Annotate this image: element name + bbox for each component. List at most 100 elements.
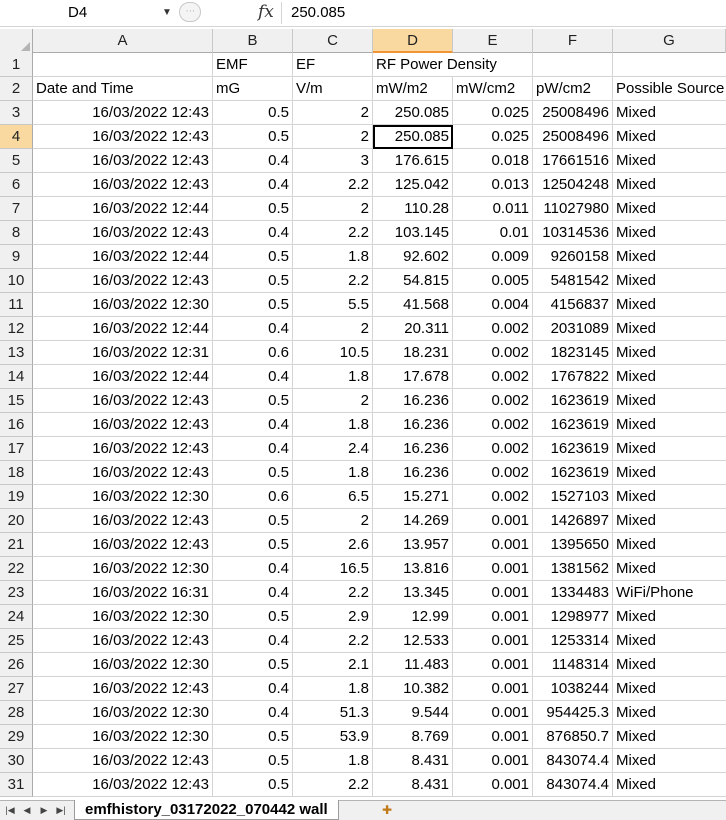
- cell-e10[interactable]: 0.005: [453, 269, 533, 293]
- cell-c9[interactable]: 1.8: [293, 245, 373, 269]
- cell-b8[interactable]: 0.4: [213, 221, 293, 245]
- cell-a30[interactable]: 16/03/2022 12:43: [33, 749, 213, 773]
- cell-a6[interactable]: 16/03/2022 12:43: [33, 173, 213, 197]
- cell-b4[interactable]: 0.5: [213, 125, 293, 149]
- cell-e13[interactable]: 0.002: [453, 341, 533, 365]
- cell-g30[interactable]: Mixed: [613, 749, 726, 773]
- cell-b14[interactable]: 0.4: [213, 365, 293, 389]
- cell-d5[interactable]: 176.615: [373, 149, 453, 173]
- cell-a15[interactable]: 16/03/2022 12:43: [33, 389, 213, 413]
- cell-e9[interactable]: 0.009: [453, 245, 533, 269]
- cell-a2[interactable]: Date and Time: [33, 77, 213, 101]
- cell-e17[interactable]: 0.002: [453, 437, 533, 461]
- cell-e16[interactable]: 0.002: [453, 413, 533, 437]
- cell-g31[interactable]: Mixed: [613, 773, 726, 797]
- cell-b3[interactable]: 0.5: [213, 101, 293, 125]
- cell-b27[interactable]: 0.4: [213, 677, 293, 701]
- cell-d24[interactable]: 12.99: [373, 605, 453, 629]
- cell-f15[interactable]: 1623619: [533, 389, 613, 413]
- name-box[interactable]: D4 ▼: [0, 1, 176, 24]
- row-header[interactable]: 31: [0, 773, 33, 797]
- cell-f20[interactable]: 1426897: [533, 509, 613, 533]
- cell-f3[interactable]: 25008496: [533, 101, 613, 125]
- cell-d6[interactable]: 125.042: [373, 173, 453, 197]
- sheet-tab[interactable]: emfhistory_03172022_070442 wall: [74, 800, 339, 820]
- cell-d10[interactable]: 54.815: [373, 269, 453, 293]
- cell-c24[interactable]: 2.9: [293, 605, 373, 629]
- prev-sheet-icon[interactable]: ◀: [20, 802, 34, 818]
- cell-d1[interactable]: RF Power Density: [373, 53, 497, 77]
- cell-f22[interactable]: 1381562: [533, 557, 613, 581]
- cell-d9[interactable]: 92.602: [373, 245, 453, 269]
- cell-c23[interactable]: 2.2: [293, 581, 373, 605]
- cell-b29[interactable]: 0.5: [213, 725, 293, 749]
- cell-f24[interactable]: 1298977: [533, 605, 613, 629]
- row-header[interactable]: 5: [0, 149, 33, 173]
- cell-f7[interactable]: 11027980: [533, 197, 613, 221]
- cell-c29[interactable]: 53.9: [293, 725, 373, 749]
- cell-d2[interactable]: mW/m2: [373, 77, 453, 101]
- row-header[interactable]: 16: [0, 413, 33, 437]
- cell-a13[interactable]: 16/03/2022 12:31: [33, 341, 213, 365]
- cell-c25[interactable]: 2.2: [293, 629, 373, 653]
- cell-e30[interactable]: 0.001: [453, 749, 533, 773]
- cell-f18[interactable]: 1623619: [533, 461, 613, 485]
- cell-c13[interactable]: 10.5: [293, 341, 373, 365]
- insert-sheet-icon[interactable]: ✚: [376, 802, 398, 818]
- cell-f26[interactable]: 1148314: [533, 653, 613, 677]
- first-sheet-icon[interactable]: |◀: [3, 802, 17, 818]
- insert-function-icon[interactable]: fx: [258, 1, 274, 24]
- cell-g22[interactable]: Mixed: [613, 557, 726, 581]
- cell-d13[interactable]: 18.231: [373, 341, 453, 365]
- cell-g21[interactable]: Mixed: [613, 533, 726, 557]
- cell-g26[interactable]: Mixed: [613, 653, 726, 677]
- row-header[interactable]: 6: [0, 173, 33, 197]
- cell-f6[interactable]: 12504248: [533, 173, 613, 197]
- cell-g15[interactable]: Mixed: [613, 389, 726, 413]
- cell-e29[interactable]: 0.001: [453, 725, 533, 749]
- cell-a29[interactable]: 16/03/2022 12:30: [33, 725, 213, 749]
- row-header[interactable]: 7: [0, 197, 33, 221]
- cell-a24[interactable]: 16/03/2022 12:30: [33, 605, 213, 629]
- cell-e7[interactable]: 0.011: [453, 197, 533, 221]
- cell-f8[interactable]: 10314536: [533, 221, 613, 245]
- cell-g28[interactable]: Mixed: [613, 701, 726, 725]
- cell-e2[interactable]: mW/cm2: [453, 77, 533, 101]
- row-header[interactable]: 4: [0, 125, 33, 149]
- cell-c11[interactable]: 5.5: [293, 293, 373, 317]
- cell-a11[interactable]: 16/03/2022 12:30: [33, 293, 213, 317]
- cell-f11[interactable]: 4156837: [533, 293, 613, 317]
- cell-g20[interactable]: Mixed: [613, 509, 726, 533]
- cell-c17[interactable]: 2.4: [293, 437, 373, 461]
- cell-a25[interactable]: 16/03/2022 12:43: [33, 629, 213, 653]
- cell-g12[interactable]: Mixed: [613, 317, 726, 341]
- cell-b20[interactable]: 0.5: [213, 509, 293, 533]
- cell-b30[interactable]: 0.5: [213, 749, 293, 773]
- cell-f21[interactable]: 1395650: [533, 533, 613, 557]
- row-header[interactable]: 2: [0, 77, 33, 101]
- cell-b5[interactable]: 0.4: [213, 149, 293, 173]
- cell-c26[interactable]: 2.1: [293, 653, 373, 677]
- cell-d16[interactable]: 16.236: [373, 413, 453, 437]
- cell-e6[interactable]: 0.013: [453, 173, 533, 197]
- cell-b18[interactable]: 0.5: [213, 461, 293, 485]
- cell-g9[interactable]: Mixed: [613, 245, 726, 269]
- cell-g13[interactable]: Mixed: [613, 341, 726, 365]
- row-header[interactable]: 30: [0, 749, 33, 773]
- row-header[interactable]: 12: [0, 317, 33, 341]
- cell-b31[interactable]: 0.5: [213, 773, 293, 797]
- cell-e11[interactable]: 0.004: [453, 293, 533, 317]
- cell-a9[interactable]: 16/03/2022 12:44: [33, 245, 213, 269]
- cell-d30[interactable]: 8.431: [373, 749, 453, 773]
- column-header-c[interactable]: C: [293, 29, 373, 53]
- cell-b17[interactable]: 0.4: [213, 437, 293, 461]
- cell-g1[interactable]: [613, 53, 726, 77]
- cell-b12[interactable]: 0.4: [213, 317, 293, 341]
- cell-a27[interactable]: 16/03/2022 12:43: [33, 677, 213, 701]
- cell-a8[interactable]: 16/03/2022 12:43: [33, 221, 213, 245]
- cell-b24[interactable]: 0.5: [213, 605, 293, 629]
- cell-c18[interactable]: 1.8: [293, 461, 373, 485]
- cell-e14[interactable]: 0.002: [453, 365, 533, 389]
- cell-c12[interactable]: 2: [293, 317, 373, 341]
- cell-f14[interactable]: 1767822: [533, 365, 613, 389]
